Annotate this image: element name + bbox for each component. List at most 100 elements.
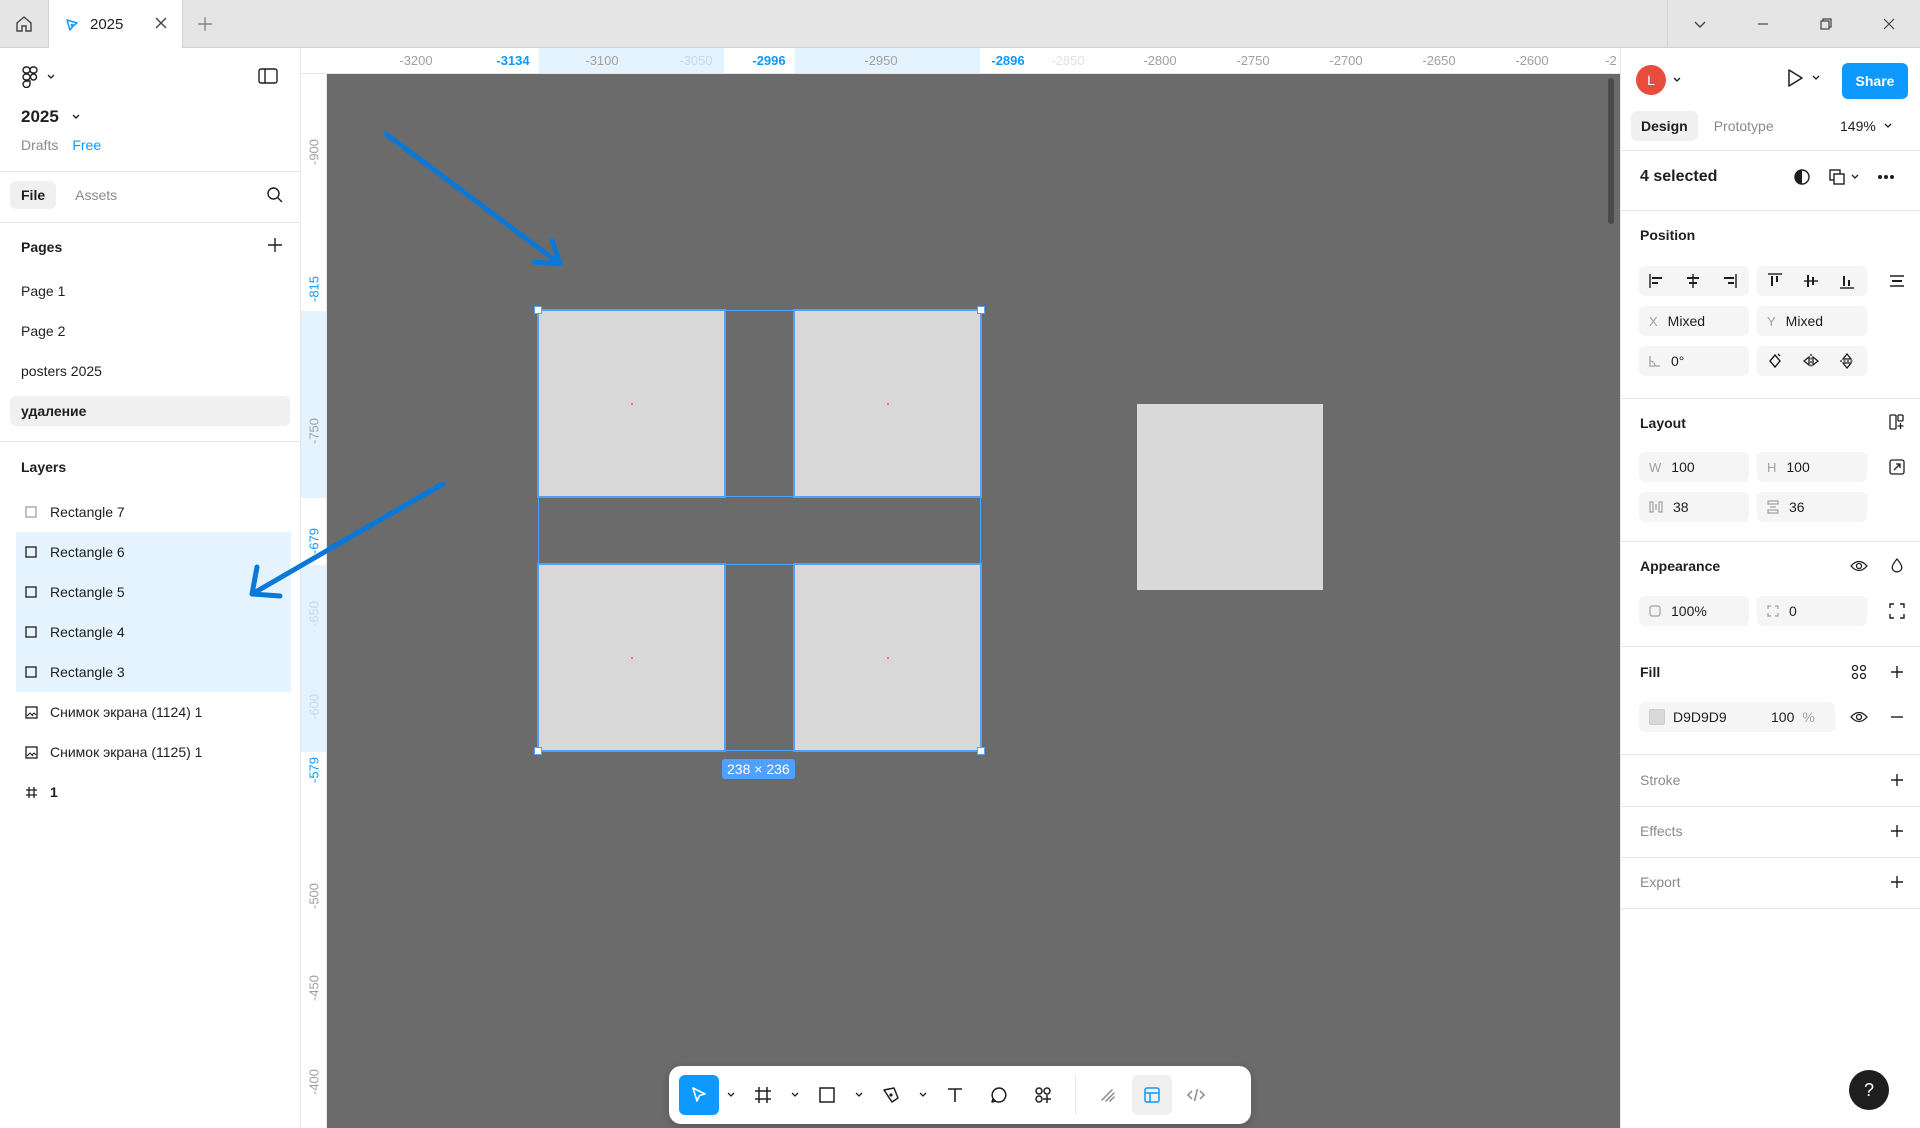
add-stroke-icon[interactable]: [1885, 768, 1909, 792]
new-tab-button[interactable]: [193, 12, 217, 36]
annotation-arrow-layers: [249, 481, 445, 599]
restore-button[interactable]: [1794, 0, 1857, 48]
page-item[interactable]: Page 1: [10, 276, 290, 306]
minimize-button[interactable]: [1731, 0, 1794, 48]
dev-mode-toggle[interactable]: [1176, 1075, 1216, 1115]
divider: [1621, 150, 1920, 151]
component-button[interactable]: [1829, 169, 1859, 185]
actions-tool[interactable]: [1023, 1075, 1063, 1115]
h-value: 100: [1786, 459, 1810, 475]
selection-actions: [1793, 168, 1895, 186]
tab-file[interactable]: File: [10, 181, 57, 209]
rectangle-tool[interactable]: [807, 1075, 847, 1115]
rotation-field[interactable]: 0°: [1639, 346, 1749, 376]
help-button[interactable]: ?: [1849, 1070, 1889, 1110]
w-value: 100: [1671, 459, 1695, 475]
align-center-horizontal-icon[interactable]: [1675, 266, 1711, 296]
vertical-gap-field[interactable]: 36: [1757, 492, 1867, 522]
add-page-button[interactable]: [267, 237, 283, 253]
file-name-button[interactable]: 2025: [21, 107, 81, 127]
toggle-sidebar-button[interactable]: [258, 68, 278, 84]
search-button[interactable]: [266, 186, 284, 204]
align-center-vertical-icon[interactable]: [1793, 266, 1829, 296]
canvas[interactable]: 238 × 236: [327, 74, 1620, 1128]
y-position-field[interactable]: Y Mixed: [1757, 306, 1867, 336]
align-top-icon[interactable]: [1757, 266, 1793, 296]
layer-item[interactable]: 1: [16, 772, 291, 812]
align-bottom-icon[interactable]: [1829, 266, 1865, 296]
move-tool[interactable]: [679, 1075, 719, 1115]
code-icon: [1186, 1085, 1206, 1105]
avatar[interactable]: L: [1636, 65, 1666, 95]
page-item-active[interactable]: удаление: [10, 396, 290, 426]
add-fill-icon[interactable]: [1885, 660, 1909, 684]
minimize-icon: [1756, 17, 1770, 31]
align-left-icon[interactable]: [1639, 266, 1675, 296]
present-button[interactable]: [1786, 68, 1820, 88]
shape-tool-menu[interactable]: [851, 1075, 867, 1115]
individual-corners-icon[interactable]: [1885, 599, 1909, 623]
tabs-menu-button[interactable]: [1668, 0, 1731, 48]
more-icon[interactable]: [1877, 174, 1895, 180]
eye-icon[interactable]: [1847, 554, 1871, 578]
horizontal-gap-value: 38: [1673, 499, 1689, 515]
design-mode-toggle[interactable]: [1132, 1075, 1172, 1115]
mask-icon[interactable]: [1793, 168, 1811, 186]
drafts-link[interactable]: Drafts: [21, 137, 58, 153]
chevron-down-icon[interactable]: [1673, 76, 1681, 84]
draw-mode-toggle[interactable]: [1088, 1075, 1128, 1115]
move-tool-menu[interactable]: [723, 1075, 739, 1115]
layer-item[interactable]: Снимок экрана (1125) 1: [16, 732, 291, 772]
pen-tool[interactable]: [871, 1075, 911, 1115]
fill-field[interactable]: D9D9D9 100 %: [1639, 702, 1835, 732]
h-label: H: [1767, 459, 1777, 475]
remove-fill-icon[interactable]: [1885, 705, 1909, 729]
flip-vertical-icon[interactable]: [1829, 346, 1865, 376]
frame-tool[interactable]: [743, 1075, 783, 1115]
plan-badge[interactable]: Free: [72, 137, 101, 153]
auto-layout-icon[interactable]: [1885, 410, 1909, 434]
main-menu-button[interactable]: [20, 66, 56, 88]
add-effect-icon[interactable]: [1885, 819, 1909, 843]
corner-radius-field[interactable]: 0: [1757, 596, 1867, 626]
arrow-to-selection: [383, 131, 563, 267]
flip-horizontal-icon[interactable]: [1793, 346, 1829, 376]
layer-item[interactable]: Rectangle 3: [16, 652, 291, 692]
align-right-icon[interactable]: [1711, 266, 1747, 296]
angle-icon: [1649, 355, 1661, 367]
horizontal-gap-field[interactable]: 38: [1639, 492, 1749, 522]
close-window-button[interactable]: [1857, 0, 1920, 48]
frame-tool-menu[interactable]: [787, 1075, 803, 1115]
height-field[interactable]: H 100: [1757, 452, 1867, 482]
ruler-tick: -3200: [399, 53, 433, 68]
tab-file-2025[interactable]: 2025: [49, 0, 183, 49]
layer-item[interactable]: Rectangle 4: [16, 612, 291, 652]
page-item[interactable]: Page 2: [10, 316, 290, 346]
frame-icon: [24, 785, 38, 799]
zoom-dropdown[interactable]: 149%: [1840, 118, 1892, 134]
tab-design[interactable]: Design: [1631, 111, 1698, 141]
blend-mode-icon[interactable]: [1885, 554, 1909, 578]
tab-assets[interactable]: Assets: [64, 181, 128, 209]
layer-item[interactable]: Снимок экрана (1124) 1: [16, 692, 291, 732]
page-item[interactable]: posters 2025: [10, 356, 290, 386]
text-tool[interactable]: [935, 1075, 975, 1115]
opacity-field[interactable]: 100%: [1639, 596, 1749, 626]
width-field[interactable]: W 100: [1639, 452, 1749, 482]
x-position-field[interactable]: X Mixed: [1639, 306, 1749, 336]
share-button[interactable]: Share: [1842, 63, 1908, 99]
comment-tool[interactable]: [979, 1075, 1019, 1115]
corner-radius-value: 0: [1789, 603, 1797, 619]
position-title: Position: [1640, 227, 1696, 243]
tab-prototype[interactable]: Prototype: [1704, 111, 1784, 141]
distribute-icon[interactable]: [1885, 269, 1909, 293]
resize-to-fit-icon[interactable]: [1885, 455, 1909, 479]
pen-tool-menu[interactable]: [915, 1075, 931, 1115]
rotate-icon[interactable]: [1757, 346, 1793, 376]
home-button[interactable]: [0, 0, 49, 48]
styles-icon[interactable]: [1847, 660, 1871, 684]
add-export-icon[interactable]: [1885, 870, 1909, 894]
fill-swatch[interactable]: [1649, 709, 1665, 725]
eye-icon[interactable]: [1847, 705, 1871, 729]
close-tab-icon[interactable]: [154, 16, 168, 30]
